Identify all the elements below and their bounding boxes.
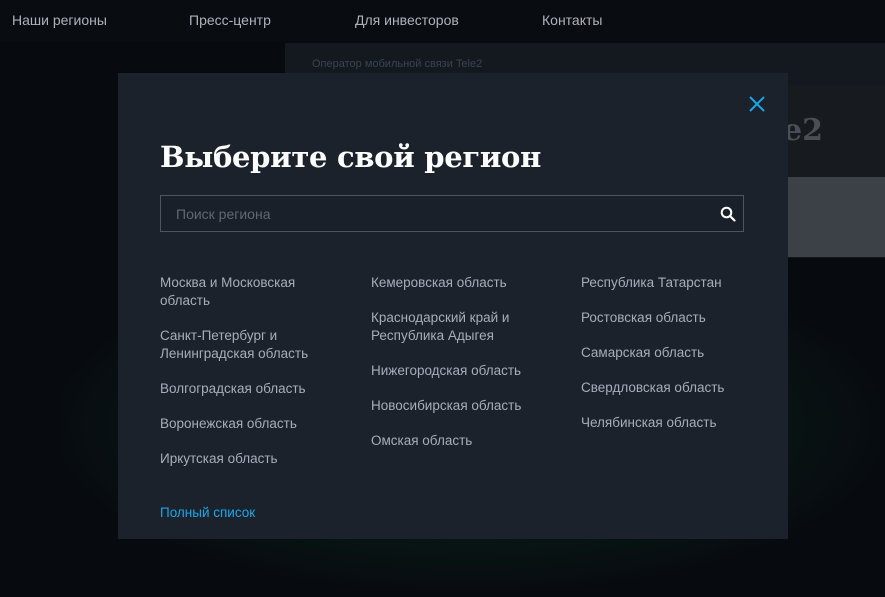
nav-item-investors[interactable]: Для инвесторов [355, 12, 459, 28]
region-link-nizhny-novgorod[interactable]: Нижегородская область [371, 362, 546, 380]
full-list-link[interactable]: Полный список [160, 505, 255, 520]
region-link-rostov[interactable]: Ростовская область [581, 309, 756, 327]
nav-item-press-center[interactable]: Пресс-центр [189, 12, 271, 28]
region-link-samara[interactable]: Самарская область [581, 344, 756, 362]
close-button[interactable] [746, 93, 768, 115]
region-link-tatarstan[interactable]: Республика Татарстан [581, 274, 756, 292]
region-column-2: Кемеровская область Краснодарский край и… [371, 274, 546, 467]
top-navigation: Наши регионы Пресс-центр Для инвесторов … [0, 0, 885, 41]
region-link-moscow[interactable]: Москва и Московская область [160, 274, 335, 310]
region-link-novosibirsk[interactable]: Новосибирская область [371, 397, 546, 415]
modal-title: Выберите свой регион [160, 140, 542, 174]
search-input[interactable] [161, 196, 701, 231]
background-brand-text: e2 [783, 113, 823, 148]
region-column-1: Москва и Московская область Санкт-Петерб… [160, 274, 335, 485]
search-box [160, 195, 744, 232]
nav-item-regions[interactable]: Наши регионы [12, 12, 107, 28]
background-operator-text: Оператор мобильной связи Tele2 [312, 58, 483, 70]
nav-item-contacts[interactable]: Контакты [542, 12, 602, 28]
region-link-irkutsk[interactable]: Иркутская область [160, 450, 335, 468]
region-link-omsk[interactable]: Омская область [371, 432, 546, 450]
region-link-kemerovo[interactable]: Кемеровская область [371, 274, 546, 292]
region-link-krasnodar[interactable]: Краснодарский край и Республика Адыгея [371, 309, 546, 345]
region-link-voronezh[interactable]: Воронежская область [160, 415, 335, 433]
region-link-spb[interactable]: Санкт-Петербург и Ленинградская область [160, 327, 335, 363]
search-icon[interactable] [720, 206, 736, 222]
region-link-chelyabinsk[interactable]: Челябинская область [581, 414, 756, 432]
close-icon [749, 96, 765, 112]
region-link-volgograd[interactable]: Волгоградская область [160, 380, 335, 398]
region-column-3: Республика Татарстан Ростовская область … [581, 274, 756, 449]
region-link-sverdlovsk[interactable]: Свердловская область [581, 379, 756, 397]
